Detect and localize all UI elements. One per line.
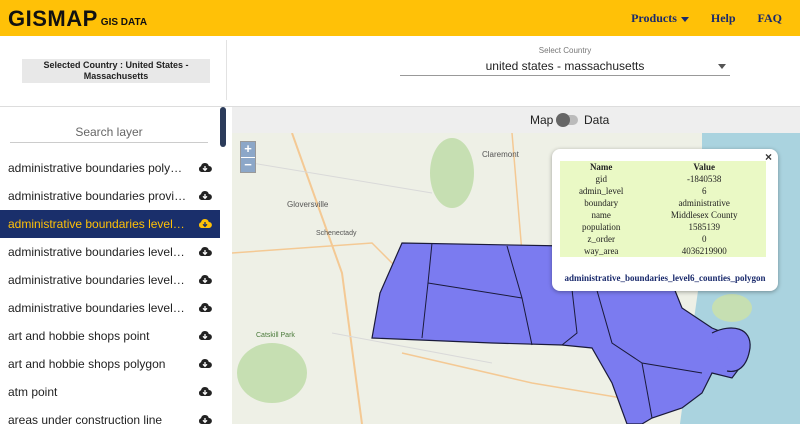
feature-attribute-table: Name Value gid -1840538 admin_level 6 bounda… xyxy=(560,161,766,257)
layer-item-label: administrative boundaries level9 poly... xyxy=(8,273,188,287)
map-label-catskill-park: Catskill Park xyxy=(256,332,295,339)
layer-item-label: art and hobbie shops polygon xyxy=(8,357,166,371)
search-layer-input[interactable]: Search layer xyxy=(10,123,208,143)
zoom-control: + − xyxy=(240,141,256,173)
layer-item-label: administrative boundaries province p... xyxy=(8,189,188,203)
cloud-download-icon[interactable] xyxy=(198,162,212,173)
cloud-download-icon[interactable] xyxy=(198,386,212,397)
feature-info-popup: × Name Value gid -1840538 admin_level 6 boun… xyxy=(552,149,778,291)
toggle-map-label[interactable]: Map xyxy=(530,113,553,127)
layer-item[interactable]: art and hobbie shops point xyxy=(0,322,220,350)
attribute-name: boundary xyxy=(584,197,619,208)
table-row: population 1585139 xyxy=(560,221,766,233)
attribute-rows: gid -1840538 admin_level 6 boundary administr… xyxy=(560,173,766,257)
layer-item-label: administrative boundaries level6 countie… xyxy=(8,217,188,231)
toggle-knob xyxy=(556,113,570,127)
view-toggle-switch[interactable] xyxy=(556,113,578,127)
cloud-download-icon[interactable] xyxy=(198,330,212,341)
selected-country-line1: Selected Country : United States - xyxy=(43,60,189,70)
attribute-value: 4036219900 xyxy=(681,245,727,256)
caret-down-icon xyxy=(718,64,726,69)
cloud-download-icon[interactable] xyxy=(198,358,212,369)
layer-sidebar: Search layer administrative boundaries p… xyxy=(0,107,226,427)
map-label-gloversville: Gloversville xyxy=(287,200,329,209)
attribute-name: name xyxy=(591,209,611,220)
layer-item[interactable]: administrative boundaries level6 countie… xyxy=(0,210,220,238)
attribute-name: way_area xyxy=(583,245,619,256)
layer-item[interactable]: areas under construction line xyxy=(0,406,220,434)
column-header-name: Name xyxy=(589,162,613,172)
table-header-row: Name Value xyxy=(560,161,766,173)
table-row: way_area 4036219900 xyxy=(560,245,766,257)
attribute-value: 1585139 xyxy=(688,221,720,232)
sidebar-scrollbar[interactable] xyxy=(220,107,226,147)
nav-faq[interactable]: FAQ xyxy=(758,11,782,26)
map-label-schenectady: Schenectady xyxy=(316,230,357,237)
zoom-in-button[interactable]: + xyxy=(241,142,255,157)
road xyxy=(232,242,413,284)
layer-item-label: areas under construction line xyxy=(8,413,163,427)
popup-layer-name: administrative_boundaries_level6_countie… xyxy=(564,273,766,283)
layer-item[interactable]: administrative boundaries level10 pol... xyxy=(0,294,220,322)
attribute-value: administrative xyxy=(678,197,730,208)
cloud-download-icon[interactable] xyxy=(198,190,212,201)
toggle-data-label[interactable]: Data xyxy=(584,113,609,127)
layer-item[interactable]: atm point xyxy=(0,378,220,406)
country-dropdown-value: united states - massachusetts xyxy=(485,59,645,73)
park-area xyxy=(237,343,307,403)
nav-products[interactable]: Products xyxy=(631,11,689,26)
attribute-name: gid xyxy=(595,173,607,184)
column-header-value: Value xyxy=(693,162,716,172)
table-row: gid -1840538 xyxy=(560,173,766,185)
cloud-download-icon[interactable] xyxy=(198,302,212,313)
attribute-name: population xyxy=(581,221,621,232)
cloud-download-icon[interactable] xyxy=(198,218,212,229)
vertical-divider xyxy=(226,40,227,100)
table-row: boundary administrative xyxy=(560,197,766,209)
logo-text: GISMAP xyxy=(8,6,98,31)
layer-list: administrative boundaries polygon adminis… xyxy=(0,154,220,434)
attribute-value: -1840538 xyxy=(686,173,722,184)
cloud-download-icon[interactable] xyxy=(198,274,212,285)
layer-item[interactable]: administrative boundaries province p... xyxy=(0,182,220,210)
layer-item-label: administrative boundaries polygon xyxy=(8,161,188,175)
attribute-value: Middlesex County xyxy=(670,209,738,220)
layer-item-label: administrative boundaries level10 pol... xyxy=(8,301,188,315)
selected-country-line2: Massachusetts xyxy=(83,71,149,81)
cloud-download-icon[interactable] xyxy=(198,414,212,425)
logo-subtext: GIS DATA xyxy=(100,17,148,28)
layer-item-label: art and hobbie shops point xyxy=(8,329,150,343)
road xyxy=(251,162,433,194)
country-dropdown[interactable]: united states - massachusetts xyxy=(400,58,730,76)
cloud-download-icon[interactable] xyxy=(198,246,212,257)
top-nav: Products Help FAQ xyxy=(631,11,782,26)
country-dropdown-label: Select Country xyxy=(538,46,592,55)
gismap-logo[interactable]: GISMAP GIS DATA xyxy=(8,6,147,30)
attribute-name: z_order xyxy=(587,233,615,244)
attribute-value: 0 xyxy=(701,233,707,244)
attribute-value: 6 xyxy=(701,185,707,196)
table-row: name Middlesex County xyxy=(560,209,766,221)
layer-item[interactable]: administrative boundaries level9 poly... xyxy=(0,266,220,294)
map-view[interactable]: Claremont Gloversville Schenectady Catsk… xyxy=(232,133,800,424)
map-label-claremont: Claremont xyxy=(482,150,520,159)
nav-help[interactable]: Help xyxy=(711,11,736,26)
table-row: z_order 0 xyxy=(560,233,766,245)
nav-products-label: Products xyxy=(631,11,677,25)
attribute-name: admin_level xyxy=(578,185,624,196)
zoom-out-button[interactable]: − xyxy=(241,157,255,172)
forest-area xyxy=(430,138,474,208)
chevron-down-icon xyxy=(680,16,689,22)
table-row: admin_level 6 xyxy=(560,185,766,197)
layer-item[interactable]: administrative boundaries level8 poly... xyxy=(0,238,220,266)
top-bar: GISMAP GIS DATA Products Help FAQ xyxy=(0,0,800,36)
layer-item-label: administrative boundaries level8 poly... xyxy=(8,245,188,259)
forest-area xyxy=(712,294,752,322)
layer-item[interactable]: art and hobbie shops polygon xyxy=(0,350,220,378)
close-icon[interactable]: × xyxy=(765,150,772,164)
layer-item-label: atm point xyxy=(8,385,58,399)
layer-item[interactable]: administrative boundaries polygon xyxy=(0,154,220,182)
selected-country-box: Selected Country : United States - Massa… xyxy=(22,59,210,83)
view-toggle-bar: Map Data xyxy=(232,107,800,133)
